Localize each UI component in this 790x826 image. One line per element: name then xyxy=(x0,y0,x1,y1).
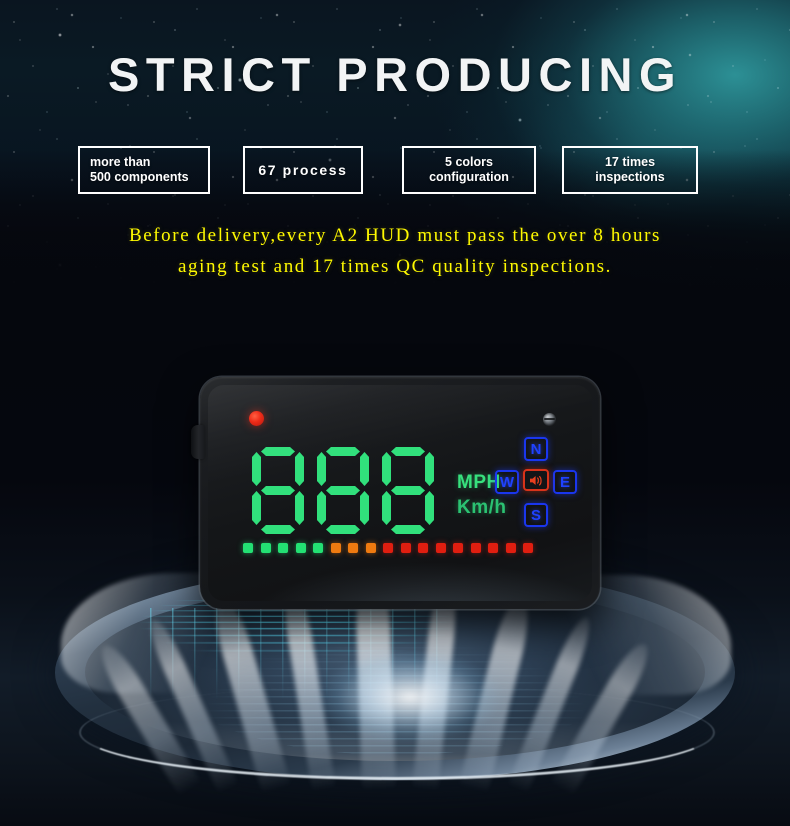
compass-east[interactable]: E xyxy=(553,470,577,494)
feature-box-process-text: 67 process xyxy=(258,161,348,178)
feature-box-colors-text: 5 colors configuration xyxy=(429,155,509,184)
feature-box-components-text: more than 500 components xyxy=(90,155,189,184)
feature-box-components: more than 500 components xyxy=(78,146,210,194)
holographic-grid-verticals xyxy=(150,608,450,700)
bar-segment xyxy=(505,543,516,553)
bar-segment xyxy=(400,543,411,553)
bar-segment xyxy=(453,543,463,553)
hud-device: MPH Km/h N W E S xyxy=(191,377,600,609)
bar-segment xyxy=(243,543,253,553)
speed-digit xyxy=(382,447,434,535)
side-button[interactable] xyxy=(191,425,205,459)
bar-segment xyxy=(278,543,288,553)
compass-west[interactable]: W xyxy=(495,470,519,494)
bar-segment xyxy=(470,543,481,553)
speed-display xyxy=(252,447,434,535)
light-sensor-icon xyxy=(543,413,556,426)
speed-digit xyxy=(252,447,304,535)
bar-segment xyxy=(383,543,393,553)
feature-box-process: 67 process xyxy=(243,146,363,194)
bar-segment xyxy=(523,543,533,553)
description-line-1: Before delivery,every A2 HUD must pass t… xyxy=(128,225,662,246)
bar-segment xyxy=(435,543,446,553)
speaker-mute-icon[interactable] xyxy=(523,469,549,491)
compass-cluster: N W E S xyxy=(495,437,577,527)
feature-box-inspections-text: 17 times inspections xyxy=(595,155,665,184)
bar-segment xyxy=(313,543,323,553)
bar-segment xyxy=(365,543,376,553)
bar-segment xyxy=(295,543,306,553)
feature-box-inspections: 17 times inspections xyxy=(562,146,698,194)
power-led-icon xyxy=(249,411,264,426)
bar-segment xyxy=(488,543,498,553)
page-title: STRICT PRODUCING xyxy=(108,48,682,101)
speaker-mute-glyph xyxy=(530,475,542,485)
feature-box-colors: 5 colors configuration xyxy=(402,146,536,194)
bar-segment xyxy=(330,543,341,553)
bar-segment xyxy=(418,543,428,553)
product-marketing-banner: STRICT PRODUCING more than 500 component… xyxy=(0,0,790,826)
feature-box-row: more than 500 components 67 process 5 co… xyxy=(78,146,718,196)
compass-north[interactable]: N xyxy=(524,437,548,461)
speed-digit xyxy=(317,447,369,535)
description-line-2: aging test and 17 times QC quality inspe… xyxy=(177,256,613,277)
description-paragraph: Before delivery,every A2 HUD must pass t… xyxy=(0,220,790,282)
bar-segment xyxy=(348,543,358,553)
speed-bar-graph xyxy=(243,543,533,553)
compass-south[interactable]: S xyxy=(524,503,548,527)
bar-segment xyxy=(260,543,271,553)
hud-screen: MPH Km/h N W E S xyxy=(208,385,592,601)
